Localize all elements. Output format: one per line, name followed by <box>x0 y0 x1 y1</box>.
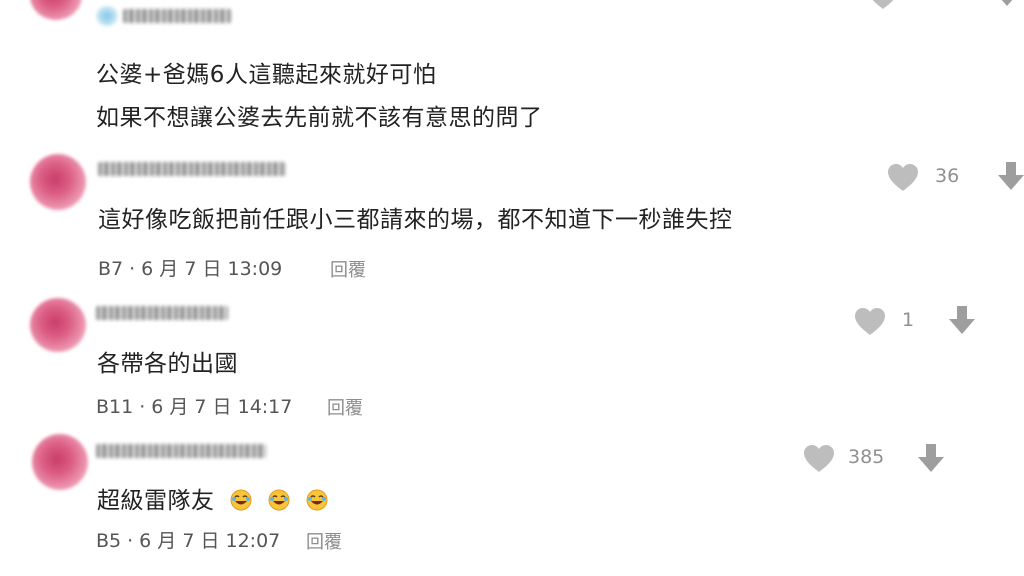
downvote-arrow-icon[interactable] <box>916 442 946 474</box>
reply-button[interactable]: 回覆 <box>306 528 342 554</box>
username-obscured <box>122 9 231 23</box>
comment-meta: B5 · 6 月 7 日 12:07 <box>96 526 280 553</box>
username[interactable] <box>96 6 231 26</box>
laughing-face-emoji-icon <box>306 489 328 511</box>
username[interactable] <box>98 162 286 180</box>
avatar[interactable] <box>32 434 88 490</box>
reply-button[interactable]: 回覆 <box>330 256 366 282</box>
downvote-arrow-icon[interactable] <box>992 0 1022 8</box>
like-count: 36 <box>935 165 960 187</box>
meta-separator: · <box>139 396 146 418</box>
comment-date: 6 月 7 日 12:07 <box>139 530 281 552</box>
laughing-face-emoji-icon <box>268 489 290 511</box>
comment-text-line: 公婆+爸媽6人這聽起來就好可怕 <box>96 62 437 88</box>
floor-number: B11 <box>96 396 134 418</box>
comment-meta: B11 · 6 月 7 日 14:17 <box>96 392 292 419</box>
like-heart-icon[interactable] <box>802 443 836 473</box>
comment-text-line: 如果不想讓公婆去先前就不該有意思的問了 <box>96 105 543 131</box>
downvote-arrow-icon[interactable] <box>996 160 1024 192</box>
avatar[interactable] <box>30 154 86 210</box>
comment-date: 6 月 7 日 13:09 <box>141 258 283 280</box>
like-count: 385 <box>848 446 885 468</box>
reply-button[interactable]: 回覆 <box>327 394 363 420</box>
username-obscured <box>96 444 266 458</box>
avatar[interactable] <box>30 298 86 352</box>
comment-text: 各帶各的出國 <box>97 351 238 377</box>
like-heart-icon[interactable] <box>866 0 900 10</box>
meta-separator: · <box>129 258 136 280</box>
comment-thread: 公婆+爸媽6人這聽起來就好可怕 如果不想讓公婆去先前就不該有意思的問了 這好像吃… <box>0 0 1024 576</box>
like-heart-icon[interactable] <box>886 162 920 192</box>
floor-number: B5 <box>96 530 122 552</box>
meta-separator: · <box>127 530 134 552</box>
comment-meta: B7 · 6 月 7 日 13:09 <box>98 254 282 281</box>
avatar[interactable] <box>30 0 82 20</box>
like-heart-icon[interactable] <box>853 306 887 336</box>
username[interactable] <box>96 444 266 462</box>
laughing-face-emoji-icon <box>230 489 252 511</box>
username[interactable] <box>96 306 228 324</box>
downvote-arrow-icon[interactable] <box>947 304 977 336</box>
user-badge-icon <box>96 6 118 26</box>
comment-text: 超級雷隊友 <box>97 481 328 515</box>
comment-text-body: 超級雷隊友 <box>97 488 215 514</box>
username-obscured <box>96 306 228 320</box>
username-obscured <box>98 162 286 176</box>
floor-number: B7 <box>98 258 124 280</box>
comment-date: 6 月 7 日 14:17 <box>151 396 293 418</box>
like-count: 1 <box>902 309 915 331</box>
comment-text: 這好像吃飯把前任跟小三都請來的場，都不知道下一秒誰失控 <box>98 207 733 233</box>
